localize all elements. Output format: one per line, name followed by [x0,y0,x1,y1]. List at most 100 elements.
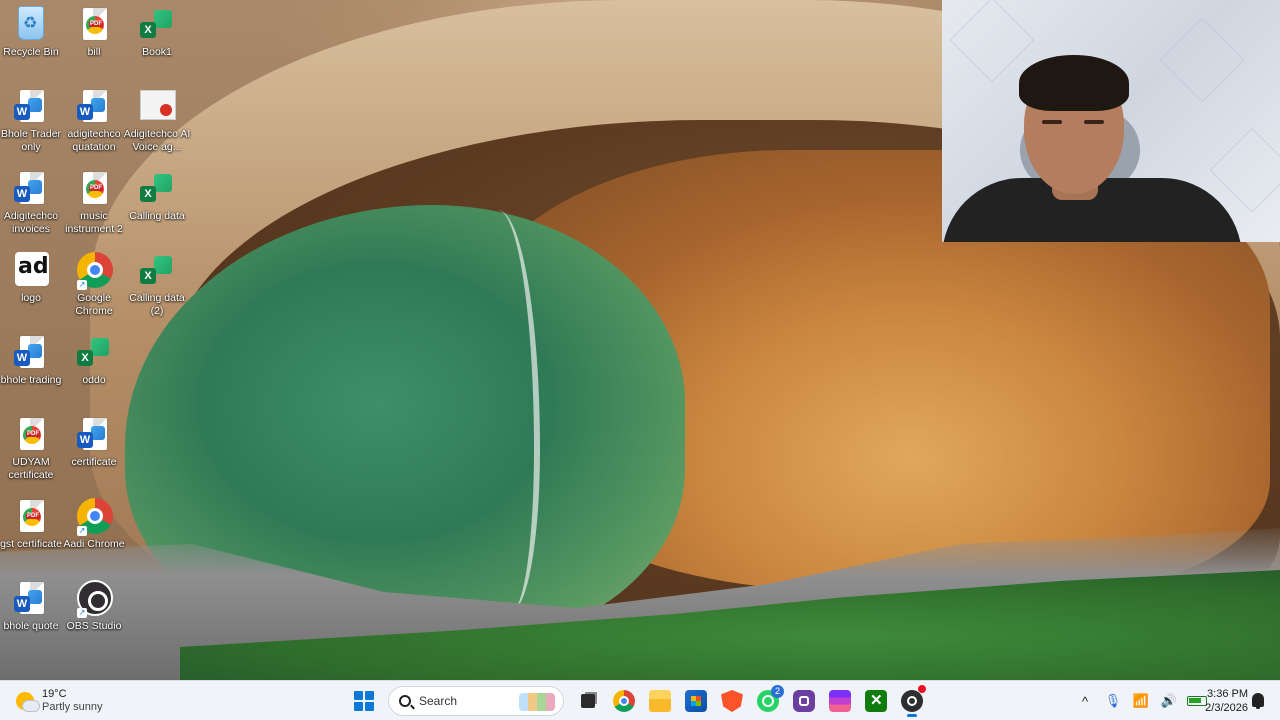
volume-button[interactable]: 🔊 [1156,685,1182,717]
task-view-icon [581,694,595,708]
weather-widget[interactable]: 19°C Partly sunny [16,687,103,715]
recording-indicator-icon [918,685,926,693]
icon-label: Bhole Trader only [0,128,62,153]
microphone-icon: 🎙 [1104,693,1122,708]
wall-pattern [1159,17,1245,103]
desktop-icon-certificate[interactable]: W certificate [63,412,125,490]
word-bar-icon [28,180,42,194]
icon-label: UDYAM certificate [8,456,54,481]
obs-icon [901,690,923,712]
word-badge-icon: W [14,596,30,612]
clipchamp-icon [829,690,851,712]
ad-logo-icon: ad [15,252,49,286]
desktop-icon-book1[interactable]: X Book1 [126,2,188,80]
desktop-icon-bhole-quote[interactable]: W bhole quote [0,576,62,654]
desktop-icon-aadi-chrome[interactable]: ↗ Aadi Chrome [63,494,125,572]
taskbar-whatsapp[interactable]: 2 [750,685,786,717]
desktop-icon-adigitechco-quatation[interactable]: W adigitechco quatation [63,84,125,162]
pdf-badge-icon [86,180,104,198]
excel-badge-icon: X [77,350,93,366]
system-tray: ^ 🎙 📶 🔊 [1072,685,1210,717]
excel-icon [154,10,172,28]
desktop-icon-bhole-trading[interactable]: W bhole trading [0,330,62,408]
icon-label: certificate [71,456,117,468]
show-hidden-icons-button[interactable]: ^ [1072,685,1098,717]
word-badge-icon: W [14,104,30,120]
icon-label: adigitechco quatation [67,128,121,153]
icon-label: music instrument 2 [65,210,123,235]
word-bar-icon [91,98,105,112]
recycle-bin-icon [18,6,44,40]
taskbar-chrome[interactable] [606,685,642,717]
shortcut-arrow-icon: ↗ [77,526,87,536]
desktop-icon-udyam-certificate[interactable]: UDYAM certificate [0,412,62,490]
taskbar-copilot[interactable] [786,685,822,717]
taskbar-file-explorer[interactable] [642,685,678,717]
clock-date: 2/3/2026 [1205,702,1248,714]
excel-icon [91,338,109,356]
desktop-icon-calling-data[interactable]: X Calling data [126,166,188,244]
icon-label: bill [87,46,101,58]
icon-label: gst certificate [0,538,62,550]
person-hair [1019,55,1129,111]
search-highlight-icon [519,693,555,711]
icon-label: Adigitechco AI Voice ag... [123,128,191,153]
taskbar-xbox[interactable] [858,685,894,717]
excel-badge-icon: X [140,22,156,38]
wall-pattern [1209,127,1280,213]
document-thumbnail-icon [140,90,176,120]
desktop-icon-google-chrome[interactable]: ↗ Google Chrome [63,248,125,326]
copilot-icon [793,690,815,712]
shortcut-arrow-icon: ↗ [77,280,87,290]
taskbar-apps: Search 2 [346,685,930,717]
word-badge-icon: W [14,350,30,366]
desktop-icon-bhole-trader-only[interactable]: W Bhole Trader only [0,84,62,162]
desktop-icon-calling-data-2[interactable]: X Calling data (2) [126,248,188,326]
icon-label: Recycle Bin [3,46,59,58]
notification-bell-icon[interactable] [1252,693,1264,709]
word-badge-icon: W [77,432,93,448]
task-view-button[interactable] [570,685,606,717]
start-button[interactable] [346,685,382,717]
icon-label: logo [21,292,41,304]
desktop-icon-oddo[interactable]: X oddo [63,330,125,408]
excel-icon [154,174,172,192]
icon-label: Book1 [142,46,172,58]
taskbar-search[interactable]: Search [388,686,564,716]
desktop-icon-logo[interactable]: ad logo [0,248,62,326]
search-icon [399,695,411,707]
icon-label: oddo [82,374,106,386]
icon-label: Adigitechco invoices [3,210,59,235]
clock-time: 3:36 PM [1207,688,1248,700]
windows-start-icon [354,691,374,711]
person-eye [1084,120,1104,124]
taskbar-obs[interactable] [894,685,930,717]
icon-label: Calling data (2) [129,292,185,317]
taskbar-clipchamp[interactable] [822,685,858,717]
active-app-indicator [907,714,917,717]
desktop-icon-obs-studio[interactable]: ↗ OBS Studio [63,576,125,654]
taskbar-clock[interactable]: 3:36 PM 2/3/2026 [1194,687,1248,715]
desktop-icon-adigitechco-ai-voice[interactable]: Adigitechco AI Voice ag... [124,84,190,162]
icon-label: bhole quote [3,620,59,632]
desktop-icon-bill[interactable]: bill [63,2,125,80]
taskbar-brave[interactable] [714,685,750,717]
pdf-badge-icon [23,426,41,444]
search-label: Search [419,694,458,708]
desktop-icon-adigitechco-invoices[interactable]: W Adigitechco invoices [0,166,62,244]
microphone-button[interactable]: 🎙 [1100,685,1126,717]
taskbar-microsoft-store[interactable] [678,685,714,717]
desktop-icon-music-instrument-2[interactable]: music instrument 2 [63,166,125,244]
weather-temperature: 19°C [42,688,67,700]
pdf-badge-icon [23,508,41,526]
weather-condition: Partly sunny [42,701,103,713]
partly-sunny-icon [16,692,40,712]
wall-pattern [949,0,1035,83]
desktop-icon-gst-certificate[interactable]: gst certificate [0,494,62,572]
word-bar-icon [28,98,42,112]
pdf-badge-icon [86,16,104,34]
chevron-up-icon: ^ [1081,693,1089,709]
wifi-button[interactable]: 📶 [1128,685,1154,717]
icon-label: Calling data [129,210,185,222]
desktop-icon-recycle-bin[interactable]: Recycle Bin [0,2,62,80]
